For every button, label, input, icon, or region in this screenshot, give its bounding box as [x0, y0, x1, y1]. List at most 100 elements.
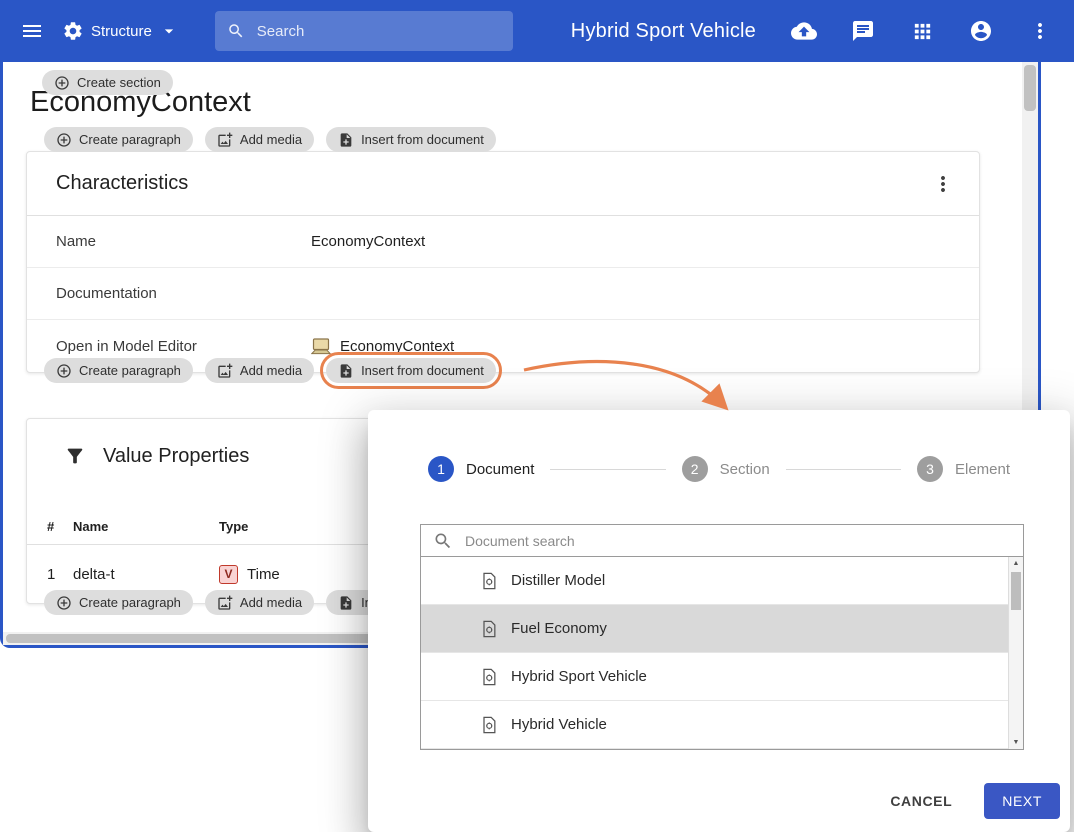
scroll-down-icon[interactable]: ▼	[1013, 739, 1020, 746]
document-item-label: Distiller Model	[511, 572, 605, 589]
section-toolbar-top: Create paragraph Add media Insert from d…	[44, 127, 496, 152]
document-item[interactable]: Hybrid Sport Vehicle	[421, 653, 1008, 701]
wizard-stepper: 1 Document 2 Section 3 Element	[428, 456, 1010, 482]
topbar-actions	[786, 13, 1058, 49]
insert-from-document-button[interactable]: Insert from document	[326, 358, 496, 383]
caret-down-icon	[159, 21, 179, 41]
row-label: Open in Model Editor	[56, 338, 311, 355]
search-icon	[227, 21, 245, 41]
insert-from-document-dialog: 1 Document 2 Section 3 Element	[368, 410, 1070, 832]
column-header-num: #	[47, 519, 73, 534]
value-type-icon: V	[219, 565, 238, 584]
apps-grid-icon	[911, 20, 934, 43]
global-search[interactable]	[215, 11, 513, 51]
dialog-list-scrollbar-thumb[interactable]	[1011, 572, 1021, 610]
comments-button[interactable]	[845, 13, 881, 49]
add-media-icon	[217, 363, 233, 379]
step-label: Section	[720, 461, 770, 478]
step-label: Element	[955, 461, 1010, 478]
more-options-button[interactable]	[1022, 13, 1058, 49]
dialog-list-scrollbar[interactable]: ▲ ▼	[1008, 557, 1023, 749]
value-properties-title: Value Properties	[103, 445, 249, 468]
document-item-label: Hybrid Sport Vehicle	[511, 668, 647, 685]
characteristics-card: Characteristics Name EconomyContext Docu…	[26, 151, 980, 373]
add-circle-icon	[54, 75, 70, 91]
add-circle-icon	[56, 363, 72, 379]
chat-icon	[851, 19, 875, 43]
model-editor-icon	[311, 338, 331, 355]
document-item[interactable]: Distiller Model	[421, 557, 1008, 605]
create-section-label: Create section	[77, 75, 161, 90]
row-type-label: Time	[247, 566, 280, 583]
document-item-label: Hybrid Vehicle	[511, 716, 607, 733]
cloud-upload-icon	[791, 18, 817, 44]
apps-button[interactable]	[904, 13, 940, 49]
insert-from-document-button[interactable]: Insert from document	[326, 127, 496, 152]
account-icon	[969, 19, 993, 43]
account-button[interactable]	[963, 13, 999, 49]
cancel-button[interactable]: CANCEL	[884, 792, 958, 810]
add-media-button[interactable]: Add media	[205, 358, 314, 383]
insert-document-icon	[338, 132, 354, 148]
more-vert-icon	[1028, 19, 1052, 43]
characteristic-row-name: Name EconomyContext	[27, 216, 979, 268]
document-icon	[479, 571, 499, 591]
document-item-selected[interactable]: Fuel Economy	[421, 605, 1008, 653]
global-search-input[interactable]	[255, 22, 501, 41]
insert-document-icon	[338, 595, 354, 611]
document-item[interactable]: Hybrid Vehicle	[421, 701, 1008, 749]
column-header-name: Name	[73, 519, 219, 534]
menu-button[interactable]	[14, 13, 50, 49]
row-label: Documentation	[56, 285, 311, 302]
card-menu-button[interactable]	[925, 166, 961, 202]
row-type: V Time	[219, 565, 280, 584]
step-document[interactable]: 1 Document	[428, 456, 534, 482]
vertical-scrollbar-thumb[interactable]	[1024, 65, 1036, 111]
step-label: Document	[466, 461, 534, 478]
characteristic-row-documentation: Documentation	[27, 268, 979, 320]
document-search-input[interactable]	[463, 532, 1011, 550]
row-label: Name	[56, 233, 311, 250]
document-icon	[479, 667, 499, 687]
insert-document-icon	[338, 363, 354, 379]
gear-icon	[62, 20, 84, 42]
create-paragraph-button[interactable]: Create paragraph	[44, 358, 193, 383]
column-header-type: Type	[219, 519, 248, 534]
create-paragraph-button[interactable]: Create paragraph	[44, 127, 193, 152]
section-toolbar-mid: Create paragraph Add media Insert from d…	[44, 358, 496, 383]
document-icon	[479, 619, 499, 639]
project-title: Hybrid Sport Vehicle	[571, 20, 756, 43]
app-screen: Structure Hybrid Sport Vehicle	[0, 0, 1074, 832]
add-circle-icon	[56, 132, 72, 148]
search-icon	[433, 531, 453, 551]
add-media-icon	[217, 132, 233, 148]
add-media-button[interactable]: Add media	[205, 590, 314, 615]
add-media-icon	[217, 595, 233, 611]
step-number: 3	[917, 456, 943, 482]
next-button[interactable]: NEXT	[984, 783, 1060, 819]
characteristics-header: Characteristics	[27, 152, 979, 216]
characteristics-title: Characteristics	[56, 172, 188, 195]
add-media-button[interactable]: Add media	[205, 127, 314, 152]
add-circle-icon	[56, 595, 72, 611]
document-item-label: Fuel Economy	[511, 620, 607, 637]
step-section[interactable]: 2 Section	[682, 456, 770, 482]
document-picker: Distiller Model Fuel Economy Hybrid Spor…	[420, 524, 1024, 750]
more-vert-icon	[931, 172, 955, 196]
document-search[interactable]	[421, 525, 1023, 557]
dialog-footer: CANCEL NEXT	[368, 770, 1070, 832]
create-section-button[interactable]: Create section	[42, 70, 173, 95]
step-element[interactable]: 3 Element	[917, 456, 1010, 482]
stepper-connector	[786, 469, 901, 470]
scroll-up-icon[interactable]: ▲	[1013, 560, 1020, 567]
top-app-bar: Structure Hybrid Sport Vehicle	[0, 0, 1074, 62]
step-number: 2	[682, 456, 708, 482]
step-number: 1	[428, 456, 454, 482]
structure-nav[interactable]: Structure	[62, 20, 179, 42]
stepper-connector	[550, 469, 665, 470]
filter-icon[interactable]	[64, 445, 86, 467]
row-name: delta-t	[73, 566, 219, 583]
cloud-upload-button[interactable]	[786, 13, 822, 49]
row-num: 1	[47, 566, 73, 583]
create-paragraph-button[interactable]: Create paragraph	[44, 590, 193, 615]
